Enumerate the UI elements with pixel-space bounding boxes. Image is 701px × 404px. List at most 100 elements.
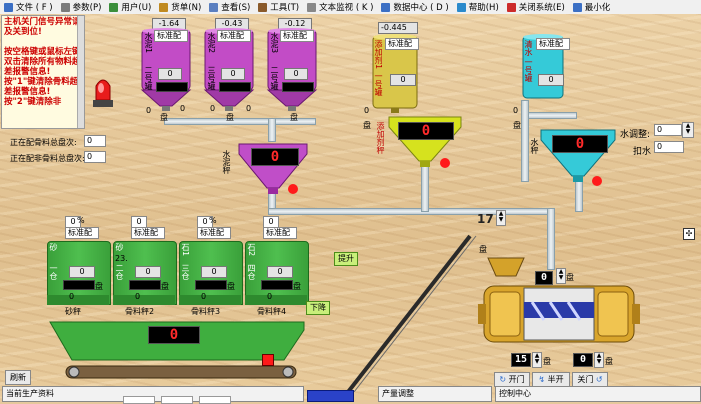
agg-scale-2-label: 骨料秤2 [125,307,155,316]
mixer-machine [478,280,640,350]
agg-bin-4-name: 石2 [247,243,256,257]
menu-item-5[interactable]: 工具(T) [254,0,303,14]
agg-bin-2-num2: 23. [115,254,128,263]
help-icon [456,2,466,12]
agg-bin-1-mark: 盘 [95,282,103,291]
cement-silo-1-sub: 二号罐 [144,66,153,90]
agg-bin-4-sub: 四仓 [247,264,256,280]
cement-silo-1-tag: 标准配 [154,30,188,42]
agg-bin-3-mark: 盘 [227,282,235,291]
water-silo-mark: 盘 [513,121,521,130]
cement-mark-1: 盘 [160,113,168,122]
agg-scale-1-label: 砂秤 [65,307,81,316]
mixer-time-spinner[interactable]: ▲ ▼ [496,210,506,226]
minimize-icon [572,2,582,12]
additive-scale-status-icon [440,158,450,168]
alarm-notice-text: 主机关门信号异常请及关到位! 按空格键或鼠标左键双击清除所有物料超差报警信息!按… [4,17,81,107]
agg-bin-1-bar [63,280,95,290]
mix-pending-label: 正在配骨料总盘次: [10,138,77,147]
menu-item-3[interactable]: 货单(N) [155,0,205,14]
agg-bin-2-tag: 标准配 [131,227,165,239]
half-open-icon: ↯ [538,375,546,384]
water-standard-tag: 标准配 [536,38,570,50]
down-button[interactable]: 下降 [306,301,330,315]
water-silo-sub: 一号罐 [524,58,533,82]
menu-item-label: 数据中心 ( D ) [393,3,449,13]
cement-mark-6: 盘 [290,113,298,122]
agg-bin-4-tag: 标准配 [263,227,297,239]
water-adjust-input[interactable]: 0 [654,124,682,136]
mixer-right-display: 0 [573,353,593,367]
menu-item-label: 最小化 [584,3,611,13]
agg-bin-4-num: 0 [267,292,273,301]
menu-item-1[interactable]: 参数(P) [57,0,106,14]
menu-item-9[interactable]: 关闭系统(E) [503,0,569,14]
additive-standard-tag: 标准配 [385,38,419,50]
menu-item-label: 文件 ( F ) [16,3,53,13]
cement-silo-2-sub: 三号罐 [207,66,216,90]
additive-scale-display: 0 [398,122,454,140]
refresh-button[interactable]: 刷新 [5,370,31,385]
agg-scale-4-label: 骨料秤4 [257,307,287,316]
file-icon [4,2,13,12]
production-field-3 [199,396,231,404]
water-scale-status-icon [592,176,602,186]
alarm-notice-panel: 主机关门信号异常请及关到位! 按空格键或鼠标左键双击清除所有物料超差报警信息!按… [1,15,85,129]
agg-bin-2-base [113,295,175,305]
agg-bin-2-sub: 二仓 [115,264,124,280]
order-icon [159,2,169,12]
close-system-icon [506,2,516,12]
menu-item-4[interactable]: 查看(S) [205,0,254,14]
mixer-right-spinner[interactable]: ▲ ▼ [594,352,604,368]
menu-item-8[interactable]: 帮助(H) [453,0,503,14]
cement-silo-3-label: 水泥3 [270,32,279,54]
agg-bin-1-base [47,295,109,305]
agg-bin-3-tag: 标准配 [197,227,231,239]
mixer-halfopen-button[interactable]: ↯ 半开 [532,372,570,387]
production-panel-title: 当前生产资料 [6,389,54,398]
water-inlet-pipe [525,112,577,119]
agg-bin-1-num: 0 [69,292,75,301]
water-silo-value: 0 [538,74,564,86]
additive-silo-zero: 0 [364,106,370,115]
mixer-time-display: 17 [477,212,494,226]
cement-silo-1-label: 水泥1 [144,32,153,54]
agg-bin-3-bar [195,280,227,290]
menu-item-label: 文本监视 ( K ) [319,3,374,13]
menu-item-label: 查看(S) [221,3,251,13]
water-deduct-input[interactable]: 0 [654,141,684,153]
expand-icon[interactable]: ✣ [683,228,695,240]
mixer-close-label: 关门 [577,375,594,384]
mixer-left-display: 15 [511,353,531,367]
cement-silo-2-label: 水泥2 [207,32,216,54]
cement-mark-5: 0 [246,104,252,113]
incline-conveyor [340,232,500,394]
menu-item-7[interactable]: 数据中心 ( D ) [377,0,452,14]
cement-silo-3-tag: 标准配 [280,30,314,42]
water-scale-display: 0 [552,135,608,153]
mixer-left-spinner[interactable]: ▲ ▼ [532,352,542,368]
yield-adjust-title: 产量调整 [382,389,414,398]
mixer-feed-hopper [486,256,526,278]
agg-bin-2-num: 0 [135,292,141,301]
cement-silo-1-value: 0 [158,68,182,80]
notice-scrollbar[interactable] [77,16,84,128]
agg-bin-2-bar [129,280,161,290]
mixer-close-button[interactable]: 关门 ↺ [572,372,608,387]
water-adjust-spinner[interactable]: ▲ ▼ [682,122,694,138]
menu-item-6[interactable]: 文本监视 ( K ) [303,0,377,14]
menu-item-2[interactable]: 用户(U) [105,0,155,14]
cement-silo-2-bar [219,82,251,92]
mixer-inlet-pipe [547,208,555,270]
mixer-left-mark: 盘 [543,357,551,366]
mixer-halfopen-label: 半开 [547,375,564,384]
water-riser-pipe [521,100,529,182]
cement-silo-3-sub: 二号罐 [270,66,279,90]
menu-item-10[interactable]: 最小化 [569,0,615,14]
additive-scale-label: 添加剂秤 [376,122,385,154]
control-center-title: 控制中心 [499,389,531,398]
cement-mark-0: 0 [146,106,152,115]
menu-item-0[interactable]: 文件 ( F ) [0,0,57,14]
mixer-open-button[interactable]: ↻ 开门 [494,372,530,387]
blue-status-bar [307,390,354,402]
